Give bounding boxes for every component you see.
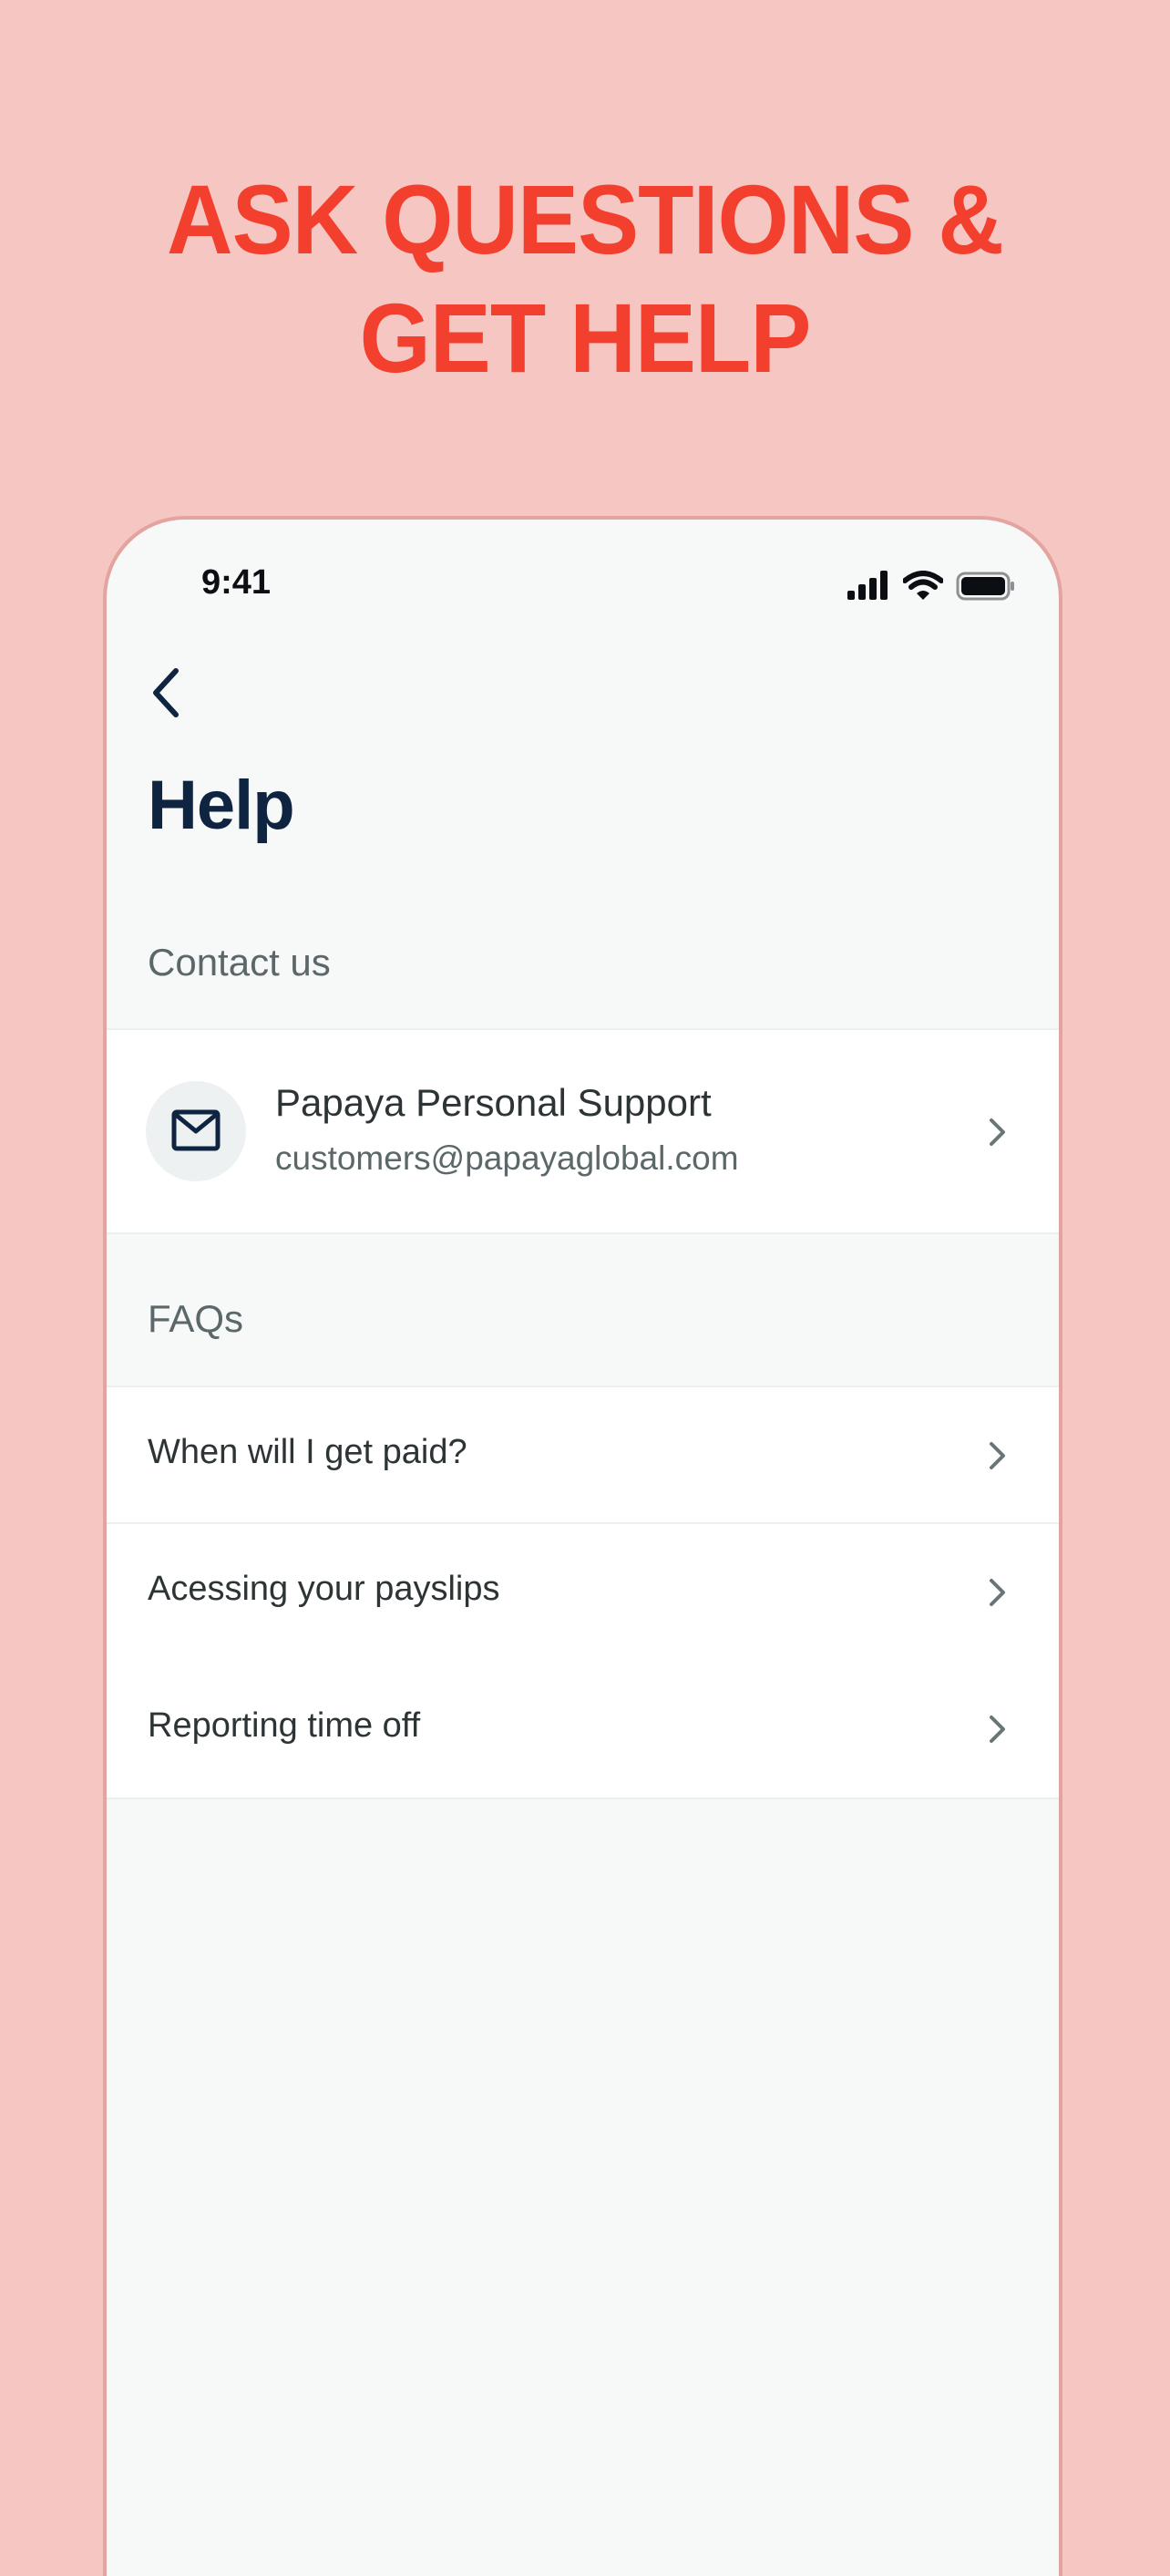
chevron-right-icon xyxy=(990,1579,1005,1606)
mail-icon xyxy=(171,1109,221,1151)
faq-item-label: When will I get paid? xyxy=(148,1433,467,1471)
contact-support-row[interactable]: Papaya Personal Support customers@papaya… xyxy=(107,1028,1059,1234)
section-label-contact: Contact us xyxy=(148,941,331,984)
phone-frame: 9:41 Help Contact us Papaya Personal Sup… xyxy=(103,516,1062,2576)
faq-item-get-paid[interactable]: When will I get paid? xyxy=(107,1386,1059,1524)
page-title: Help xyxy=(148,767,295,844)
headline-line-2: GET HELP xyxy=(359,283,812,393)
faq-item-label: Acessing your payslips xyxy=(148,1570,500,1608)
chevron-right-icon xyxy=(990,1716,1005,1743)
battery-icon xyxy=(956,572,1014,601)
chevron-right-icon xyxy=(990,1442,1005,1469)
contact-name: Papaya Personal Support xyxy=(275,1081,712,1124)
contact-email: customers@papayaglobal.com xyxy=(275,1139,739,1177)
faq-item-time-off[interactable]: Reporting time off xyxy=(107,1661,1059,1799)
status-time: 9:41 xyxy=(201,563,272,602)
chevron-right-icon xyxy=(990,1118,1005,1146)
wifi-icon xyxy=(903,571,943,600)
back-button[interactable] xyxy=(149,665,185,720)
faq-item-payslips[interactable]: Acessing your payslips xyxy=(107,1524,1059,1663)
chevron-left-icon xyxy=(153,668,179,717)
headline-line-1: ASK QUESTIONS & xyxy=(166,164,1004,274)
faq-item-label: Reporting time off xyxy=(148,1706,421,1745)
contact-avatar xyxy=(146,1081,246,1181)
marketing-headline: ASK QUESTIONS & GET HELP xyxy=(41,160,1129,397)
section-label-faqs: FAQs xyxy=(148,1297,244,1340)
cellular-signal-icon xyxy=(847,571,888,600)
